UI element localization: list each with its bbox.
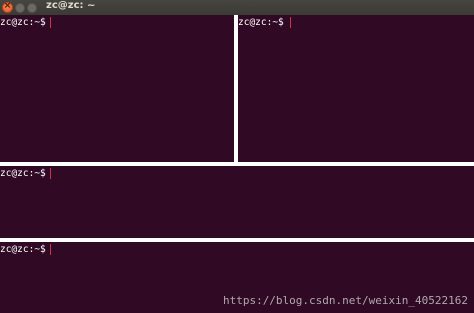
terminal-pane-middle[interactable]: zc@zc:~$ [0, 166, 474, 238]
text-cursor [50, 17, 51, 28]
terminal-pane-top-left[interactable]: zc@zc:~$ [0, 15, 234, 162]
window-title: zc@zc: ~ [46, 0, 96, 11]
window-titlebar[interactable]: × zc@zc: ~ [0, 0, 474, 15]
shell-prompt: zc@zc:~$ [0, 17, 46, 28]
text-cursor [290, 17, 291, 28]
text-cursor [50, 168, 51, 179]
text-cursor [50, 244, 51, 255]
shell-prompt: zc@zc:~$ [0, 244, 46, 255]
shell-prompt: zc@zc:~$ [238, 17, 284, 28]
terminal-pane-top-right[interactable]: zc@zc:~$ [238, 15, 474, 162]
shell-prompt: zc@zc:~$ [0, 168, 46, 179]
watermark-url: https://blog.csdn.net/weixin_40522162 [222, 294, 468, 307]
